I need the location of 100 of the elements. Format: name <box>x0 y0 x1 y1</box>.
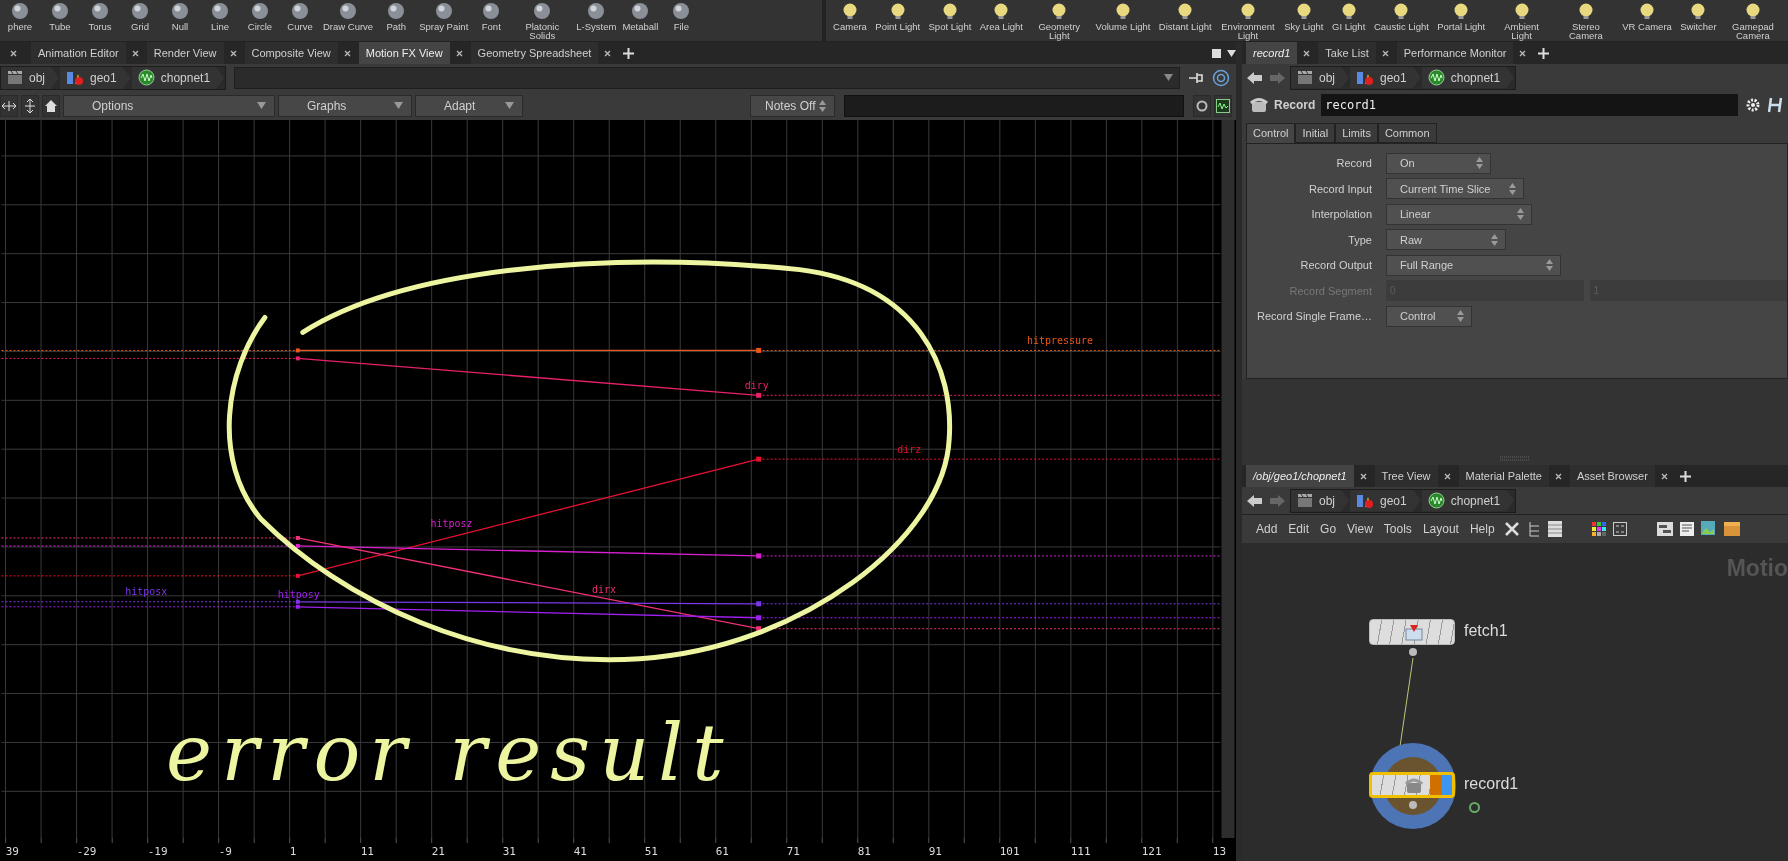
pin-icon[interactable] <box>1188 70 1204 85</box>
tools-icon[interactable] <box>1503 521 1520 537</box>
pane-tab[interactable]: Asset Browser <box>1569 465 1655 487</box>
close-icon[interactable] <box>1303 49 1311 57</box>
menu-item[interactable]: Layout <box>1420 522 1461 536</box>
shelf-tool[interactable]: Spot Light <box>925 0 975 31</box>
tree-icon[interactable] <box>1526 521 1541 537</box>
shelf-tool[interactable]: Null <box>160 0 200 31</box>
pane-tab[interactable]: Geometry Spreadsheet <box>470 42 599 64</box>
parameter-dropdown[interactable]: Raw <box>1386 229 1506 250</box>
back-arrow-icon[interactable] <box>1246 492 1264 509</box>
path-crumb[interactable]: geo1 <box>1350 66 1421 89</box>
node-name-field[interactable]: record1 <box>1321 94 1738 116</box>
scrollbar[interactable] <box>1221 119 1235 839</box>
plus-icon[interactable] <box>1679 470 1691 482</box>
shelf-tool[interactable]: Environment Light <box>1216 0 1279 40</box>
shelf-tool[interactable]: Caustic Light <box>1370 0 1432 31</box>
menu-dropdown[interactable]: Adapt <box>415 94 523 117</box>
pane-tab[interactable]: Motion FX View <box>358 42 450 64</box>
menu-dropdown[interactable]: Options <box>63 94 275 117</box>
shelf-tool[interactable]: Platonic Solids <box>511 0 574 40</box>
color-grid-icon[interactable] <box>1591 522 1606 536</box>
path-crumb[interactable]: obj <box>1291 489 1349 512</box>
close-icon[interactable] <box>1443 472 1451 480</box>
keyframe-marker[interactable] <box>756 626 762 632</box>
image-icon[interactable] <box>1700 521 1717 537</box>
keyframe-marker[interactable] <box>756 553 762 559</box>
shelf-tool[interactable]: Portal Light <box>1434 0 1489 31</box>
shelf-tool[interactable]: Grid <box>120 0 160 31</box>
close-icon[interactable] <box>1519 49 1527 57</box>
parameter-tab[interactable]: Control <box>1246 123 1296 143</box>
parameter-dropdown[interactable]: On <box>1386 152 1491 174</box>
pane-tab[interactable]: Material Palette <box>1458 465 1549 487</box>
shelf-tool[interactable]: Gamepad Camera <box>1721 0 1784 40</box>
path-crumb[interactable]: chopnet1 <box>1421 66 1515 89</box>
shelf-tool[interactable]: File <box>661 0 702 31</box>
pane-tab[interactable]: record1 <box>1246 42 1298 64</box>
shelf-tool[interactable]: Stereo Camera <box>1554 0 1617 40</box>
close-icon[interactable] <box>343 49 351 57</box>
close-icon[interactable] <box>229 49 237 57</box>
shelf-tool[interactable]: Font <box>471 0 512 31</box>
layout-icon[interactable] <box>1656 522 1673 536</box>
menu-item[interactable]: Help <box>1467 522 1497 536</box>
shelf-tool[interactable]: Curve <box>280 0 320 31</box>
menu-dropdown[interactable]: Graphs <box>278 94 412 117</box>
shelf-tool[interactable]: phere <box>0 0 40 31</box>
menu-item[interactable]: Go <box>1318 522 1339 536</box>
close-icon[interactable] <box>1660 472 1668 480</box>
shelf-tool[interactable]: Sky Light <box>1281 0 1327 31</box>
parameter-dropdown[interactable]: Full Range <box>1386 254 1561 276</box>
shelf-tool[interactable]: Metaball <box>619 0 662 31</box>
close-icon[interactable] <box>455 49 463 57</box>
close-icon[interactable] <box>1554 472 1562 480</box>
parameter-tab[interactable]: Limits <box>1335 123 1378 143</box>
close-icon[interactable] <box>10 49 17 57</box>
close-icon[interactable] <box>1381 49 1389 57</box>
pane-tab[interactable]: Take List <box>1318 42 1376 64</box>
shelf-tool[interactable]: Geometry Light <box>1028 0 1091 40</box>
close-icon[interactable] <box>131 49 139 57</box>
menu-item[interactable]: Tools <box>1381 522 1414 536</box>
shelf-tool[interactable]: Spray Paint <box>416 0 472 31</box>
parameter-tab[interactable]: Initial <box>1295 123 1336 143</box>
box-icon[interactable] <box>1723 522 1740 536</box>
shelf-tool[interactable]: Circle <box>240 0 280 31</box>
pane-tab[interactable]: Tree View <box>1374 465 1438 487</box>
shelf-tool[interactable]: VR Camera <box>1619 0 1675 31</box>
plus-icon[interactable] <box>1538 47 1550 59</box>
caret-icon[interactable] <box>1227 49 1236 57</box>
shelf-tool[interactable]: Area Light <box>976 0 1026 31</box>
keyframe-marker[interactable] <box>756 392 762 398</box>
output-port[interactable] <box>1409 801 1417 809</box>
parameter-dropdown[interactable]: Current Time Slice <box>1386 178 1524 199</box>
menu-item[interactable]: View <box>1345 522 1375 536</box>
pane-tab[interactable]: Render View <box>146 42 224 64</box>
keyframe-marker[interactable] <box>756 347 762 353</box>
path-crumb[interactable]: obj <box>1291 66 1349 89</box>
parameter-dropdown[interactable]: Linear <box>1386 203 1532 225</box>
parameter-tab[interactable]: Common <box>1377 123 1437 143</box>
fit-horizontal-button[interactable] <box>0 94 18 117</box>
gear-icon[interactable] <box>1744 96 1762 114</box>
network-node[interactable] <box>1369 772 1455 798</box>
keyframe-marker[interactable] <box>756 601 762 607</box>
splitter-grip-icon[interactable] <box>1500 456 1530 462</box>
shelf-tool[interactable]: Line <box>200 0 240 31</box>
menu-item[interactable]: Edit <box>1286 522 1312 536</box>
parameter-dropdown[interactable]: Control <box>1386 305 1472 327</box>
target-icon[interactable] <box>1212 68 1230 87</box>
path-crumb[interactable]: geo1 <box>1350 489 1421 512</box>
telephone-icon[interactable] <box>1250 97 1268 113</box>
shelf-tool[interactable]: Volume Light <box>1092 0 1154 31</box>
close-icon[interactable] <box>1359 472 1367 480</box>
shelf-tool[interactable]: Draw Curve <box>320 0 377 31</box>
shelf-tool[interactable]: Ambient Light <box>1490 0 1553 40</box>
path-crumb[interactable]: chopnet1 <box>131 66 225 89</box>
shelf-tool[interactable]: Distant Light <box>1155 0 1215 31</box>
grid-icon[interactable] <box>1612 522 1627 536</box>
back-arrow-icon[interactable] <box>1246 69 1264 86</box>
h-logo-icon[interactable] <box>1768 96 1784 114</box>
keyframe-marker[interactable] <box>756 456 762 462</box>
close-icon[interactable] <box>604 49 612 57</box>
